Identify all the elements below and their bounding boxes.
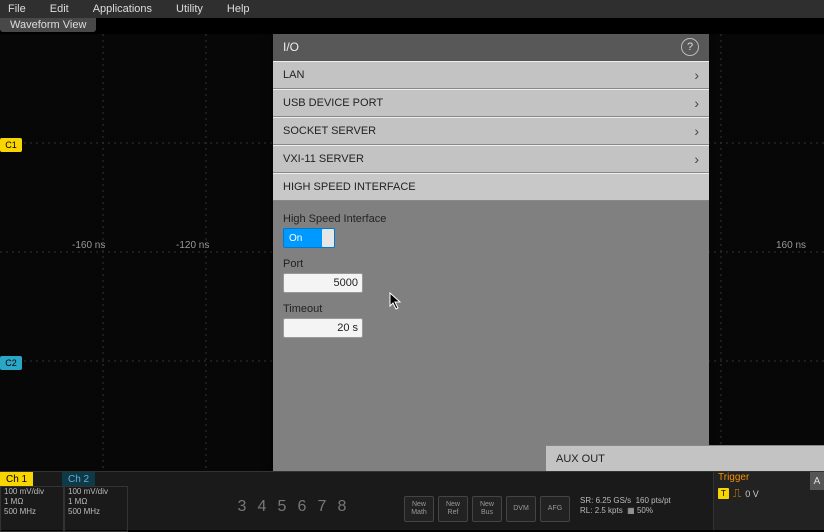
trigger-level: 0 V xyxy=(745,489,759,499)
menu-applications[interactable]: Applications xyxy=(81,3,164,15)
channel-numbers: 3 4 5 6 7 8 xyxy=(232,490,392,524)
row-high-speed-interface[interactable]: HIGH SPEED INTERFACE xyxy=(273,173,709,201)
help-icon[interactable]: ? xyxy=(681,38,699,56)
new-bus-button[interactable]: NewBus xyxy=(472,496,502,522)
ch-bandwidth: 500 MHz xyxy=(68,507,124,517)
hsi-label: High Speed Interface xyxy=(283,213,699,225)
menu-edit[interactable]: Edit xyxy=(38,3,81,15)
slot-3[interactable]: 3 xyxy=(232,498,252,516)
menubar: File Edit Applications Utility Help xyxy=(0,0,824,18)
slot-7[interactable]: 7 xyxy=(312,498,332,516)
tab-waveform-view[interactable]: Waveform View xyxy=(0,18,96,32)
ch2-card[interactable]: 100 mV/div 1 MΩ 500 MHz xyxy=(64,486,128,532)
row-aux-out[interactable]: AUX OUT› xyxy=(546,445,824,472)
channel-1-tag[interactable]: C1 xyxy=(0,138,22,152)
slot-5[interactable]: 5 xyxy=(272,498,292,516)
chevron-right-icon: › xyxy=(694,123,699,139)
port-field[interactable]: 5000 xyxy=(283,273,363,293)
slot-4[interactable]: 4 xyxy=(252,498,272,516)
dvm-button[interactable]: DVM xyxy=(506,496,536,522)
trigger-panel[interactable]: Trigger T ⎍ 0 V A xyxy=(713,472,824,530)
ch-bandwidth: 500 MHz xyxy=(4,507,60,517)
slot-8[interactable]: 8 xyxy=(332,498,352,516)
ch-scale: 100 mV/div xyxy=(4,487,60,497)
row-label: HIGH SPEED INTERFACE xyxy=(283,181,416,193)
toggle-state: On xyxy=(289,233,302,244)
row-label: VXI-11 SERVER xyxy=(283,153,364,165)
row-lan[interactable]: LAN › xyxy=(273,61,709,89)
port-label: Port xyxy=(283,258,699,270)
io-panel-header: I/O ? xyxy=(273,34,709,60)
row-label: SOCKET SERVER xyxy=(283,125,376,137)
waveform-area: C1 C2 -160 ns -120 ns 160 ns I/O ? LAN › … xyxy=(0,34,824,472)
footer-buttons: NewMath NewRef NewBus DVM AFG xyxy=(404,496,570,522)
time-label: 160 ns xyxy=(776,240,806,251)
ch1-header[interactable]: Ch 1 xyxy=(0,472,33,486)
footer: Ch 1 Ch 2 100 mV/div 1 MΩ 500 MHz 100 mV… xyxy=(0,471,824,530)
timeout-field[interactable]: 20 s xyxy=(283,318,363,338)
ch-impedance: 1 MΩ xyxy=(68,497,124,507)
new-math-button[interactable]: NewMath xyxy=(404,496,434,522)
slot-6[interactable]: 6 xyxy=(292,498,312,516)
menu-file[interactable]: File xyxy=(4,3,38,15)
time-label: -160 ns xyxy=(72,240,105,251)
time-label: -120 ns xyxy=(176,240,209,251)
row-socket-server[interactable]: SOCKET SERVER › xyxy=(273,117,709,145)
hsi-toggle[interactable]: On xyxy=(283,228,335,248)
trigger-slope-icon: ⎍ xyxy=(733,486,741,501)
row-label: USB DEVICE PORT xyxy=(283,97,383,109)
chevron-right-icon: › xyxy=(694,151,699,167)
row-usb-device-port[interactable]: USB DEVICE PORT › xyxy=(273,89,709,117)
chevron-right-icon: › xyxy=(694,95,699,111)
afg-button[interactable]: AFG xyxy=(540,496,570,522)
timeout-label: Timeout xyxy=(283,303,699,315)
io-row-list: LAN › USB DEVICE PORT › SOCKET SERVER › VXI… xyxy=(273,60,709,201)
channel-info: Ch 1 Ch 2 100 mV/div 1 MΩ 500 MHz 100 mV… xyxy=(0,472,240,530)
ch-scale: 100 mV/div xyxy=(68,487,124,497)
io-panel: I/O ? LAN › USB DEVICE PORT › SOCKET SERVE… xyxy=(273,34,709,472)
io-panel-title: I/O xyxy=(283,40,299,54)
row-vxi11-server[interactable]: VXI-11 SERVER › xyxy=(273,145,709,173)
channel-2-tag[interactable]: C2 xyxy=(0,356,22,370)
ch-impedance: 1 MΩ xyxy=(4,497,60,507)
chevron-right-icon: › xyxy=(694,67,699,83)
toggle-knob-icon xyxy=(322,229,334,247)
row-label: LAN xyxy=(283,69,304,81)
menu-utility[interactable]: Utility xyxy=(164,3,215,15)
hsi-subpanel: High Speed Interface On Port 5000 Timeou… xyxy=(273,201,709,472)
view-tabs: Waveform View xyxy=(0,18,824,34)
a-button[interactable]: A xyxy=(810,472,824,490)
trigger-title: Trigger xyxy=(718,472,749,483)
acquisition-info[interactable]: SR: 6.25 GS/s 160 pts/pt RL: 2.5 kpts ▦ … xyxy=(580,496,700,516)
menu-help[interactable]: Help xyxy=(215,3,262,15)
trigger-badge: T xyxy=(718,488,729,499)
ch2-header[interactable]: Ch 2 xyxy=(62,472,95,486)
row-label: AUX OUT xyxy=(556,453,605,465)
new-ref-button[interactable]: NewRef xyxy=(438,496,468,522)
ch1-card[interactable]: 100 mV/div 1 MΩ 500 MHz xyxy=(0,486,64,532)
